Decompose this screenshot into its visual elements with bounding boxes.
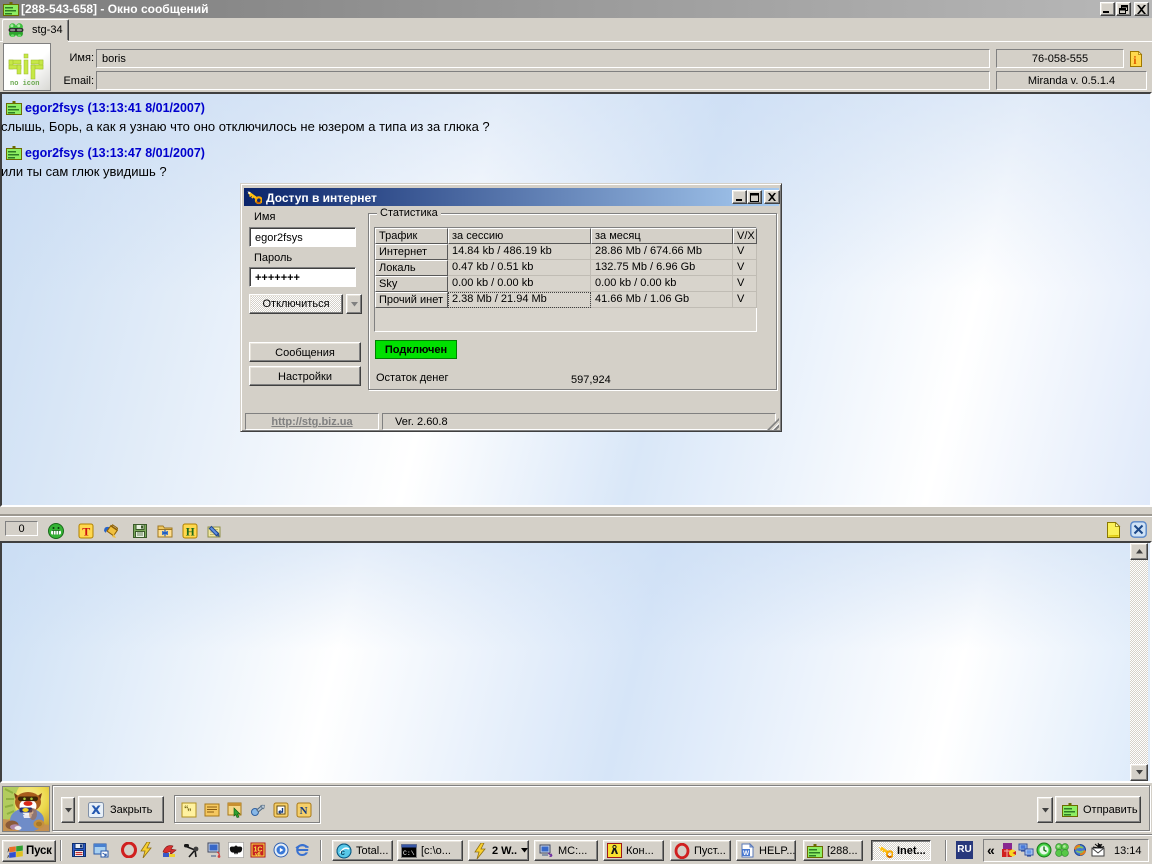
svg-text:no icon: no icon [10,80,39,88]
svg-text:T: T [82,525,90,539]
svg-text:v8: v8 [255,852,261,858]
svg-text:H: H [186,527,195,539]
svg-text:C:\: C:\ [403,850,415,857]
svg-text:W: W [743,850,750,857]
svg-text:c: c [341,848,346,857]
svg-text:N: N [300,805,308,817]
svg-text:”: ” [187,807,192,817]
